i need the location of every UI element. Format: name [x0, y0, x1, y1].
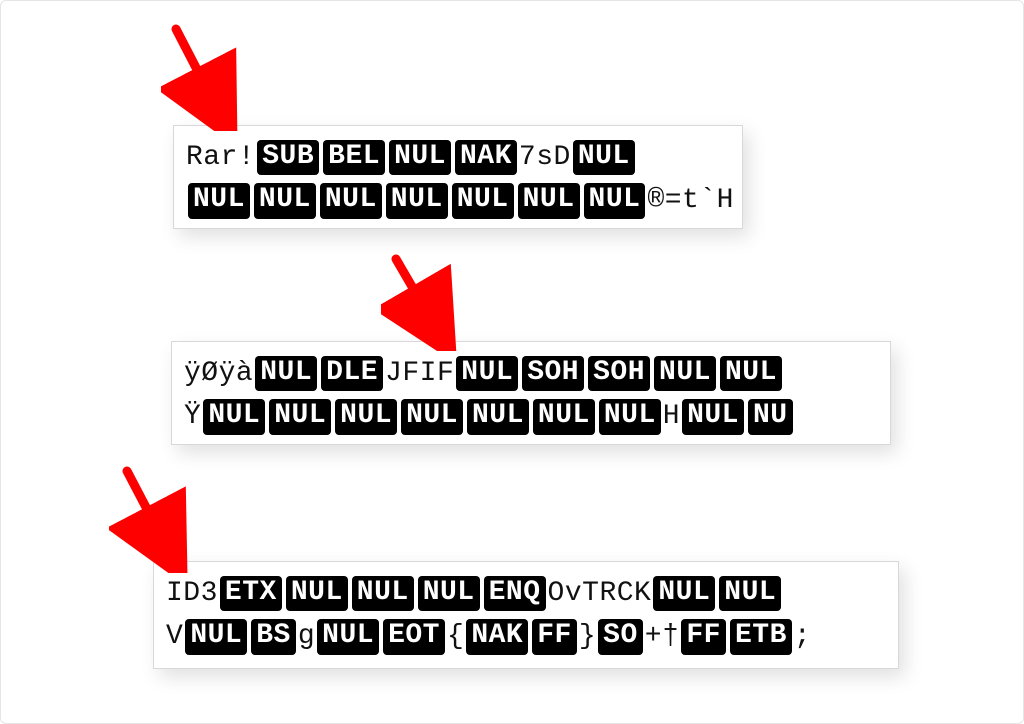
- control-char-tag: NAK: [466, 619, 528, 654]
- arrow-icon: [381, 251, 471, 351]
- control-char-tag: NUL: [467, 399, 529, 434]
- control-char-tag: NUL: [654, 356, 716, 391]
- control-char-tag: NUL: [286, 576, 348, 611]
- control-char-tag: FF: [681, 619, 726, 654]
- control-char-tag: EOT: [383, 619, 445, 654]
- plain-text: 7sD: [519, 142, 571, 173]
- control-char-tag: NUL: [269, 399, 331, 434]
- control-char-tag: NUL: [720, 356, 782, 391]
- plain-text: H: [663, 401, 680, 432]
- control-char-tag: NUL: [584, 183, 646, 218]
- hex-line: NULNULNULNULNULNULNUL®=t`H: [186, 179, 730, 222]
- hex-panel-id3: ID3ETXNULNULNULENQOvTRCKNULNUL VNULBSgNU…: [153, 561, 899, 669]
- control-char-tag: ETX: [220, 576, 282, 611]
- control-char-tag: NUL: [533, 399, 595, 434]
- control-char-tag: ETB: [730, 619, 792, 654]
- control-char-tag: NAK: [455, 140, 517, 175]
- control-char-tag: NUL: [185, 619, 247, 654]
- control-char-tag: SO: [598, 619, 643, 654]
- control-char-tag: NUL: [682, 399, 744, 434]
- plain-text: +†: [645, 621, 680, 652]
- arrow-icon: [109, 463, 209, 573]
- control-char-tag: NUL: [203, 399, 265, 434]
- control-char-tag: NUL: [599, 399, 661, 434]
- hex-line: Rar!SUBBELNULNAK7sDNUL: [186, 136, 730, 179]
- plain-text: ®=t`H: [647, 185, 734, 216]
- diagram-canvas: { "panels": { "rar": { "line1": [ {"t":"…: [0, 0, 1024, 724]
- control-char-tag: NUL: [518, 183, 580, 218]
- control-char-tag: FF: [532, 619, 577, 654]
- hex-panel-jfif: ÿØÿàNULDLEJFIFNULSOHSOHNULNUL ŸNULNULNUL…: [171, 341, 891, 445]
- control-char-tag: NUL: [719, 576, 781, 611]
- control-char-tag: NUL: [418, 576, 480, 611]
- control-char-tag: NUL: [188, 183, 250, 218]
- control-char-tag: BS: [251, 619, 296, 654]
- plain-text: ;: [794, 621, 811, 652]
- control-char-tag: SOH: [588, 356, 650, 391]
- control-char-tag: NUL: [653, 576, 715, 611]
- control-char-tag: NUL: [401, 399, 463, 434]
- control-char-tag: NUL: [573, 140, 635, 175]
- hex-line: ID3ETXNULNULNULENQOvTRCKNULNUL: [166, 572, 886, 615]
- control-char-tag: NUL: [254, 183, 316, 218]
- plain-text: Rar!: [186, 142, 255, 173]
- control-char-tag: NUL: [452, 183, 514, 218]
- plain-text: Ÿ: [184, 401, 201, 432]
- hex-line: ŸNULNULNULNULNULNULNULHNULNU: [184, 395, 878, 438]
- control-char-tag: NUL: [335, 399, 397, 434]
- plain-text: V: [166, 621, 183, 652]
- plain-text: ÿØÿà: [184, 358, 253, 389]
- plain-text: JFIF: [385, 358, 454, 389]
- control-char-tag: SOH: [522, 356, 584, 391]
- control-char-tag: ENQ: [484, 576, 546, 611]
- plain-text: {: [447, 621, 464, 652]
- control-char-tag: NUL: [456, 356, 518, 391]
- hex-line: ÿØÿàNULDLEJFIFNULSOHSOHNULNUL: [184, 352, 878, 395]
- control-char-tag: NUL: [320, 183, 382, 218]
- control-char-tag: SUB: [257, 140, 319, 175]
- control-char-tag: NUL: [255, 356, 317, 391]
- control-char-tag: BEL: [323, 140, 385, 175]
- control-char-tag: DLE: [321, 356, 383, 391]
- arrow-icon: [161, 21, 261, 131]
- control-char-tag: NUL: [389, 140, 451, 175]
- plain-text: }: [579, 621, 596, 652]
- hex-line: VNULBSgNULEOT{NAKFF}SO+†FFETB;: [166, 615, 886, 658]
- plain-text: g: [298, 621, 315, 652]
- control-char-tag: NUL: [386, 183, 448, 218]
- plain-text: OvTRCK: [548, 578, 652, 609]
- control-char-tag: NUL: [317, 619, 379, 654]
- hex-panel-rar: Rar!SUBBELNULNAK7sDNUL NULNULNULNULNULNU…: [173, 125, 743, 229]
- control-char-tag: NUL: [352, 576, 414, 611]
- plain-text: ID3: [166, 578, 218, 609]
- control-char-tag: NU: [748, 399, 793, 434]
